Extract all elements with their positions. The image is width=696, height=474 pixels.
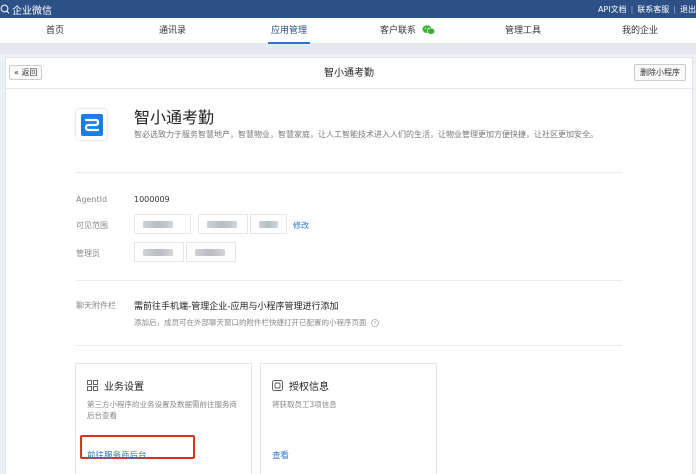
visible-member-chip: [250, 214, 287, 234]
delete-miniprogram-button[interactable]: 删除小程序: [634, 64, 686, 81]
go-to-provider-backend-link[interactable]: 前往服务商后台: [87, 449, 147, 461]
admin-chip: [186, 242, 236, 262]
admin-label: 管理员: [76, 249, 100, 258]
wecom-logo-icon: [0, 4, 10, 14]
card-description: 第三方小程序的业务设置及数据需前往服务商后台查看: [87, 400, 237, 420]
panel-title: 智小通考勤: [324, 68, 374, 79]
modify-visible-range-link[interactable]: 修改: [293, 220, 309, 231]
authorization-info-card: 授权信息 将获取员工3项信息 查看: [260, 363, 437, 474]
card-title: 业务设置: [104, 382, 144, 393]
chat-attachment-title: 需前往手机端-管理企业-应用与小程序管理进行添加: [134, 302, 339, 312]
card-title: 授权信息: [289, 382, 329, 393]
visible-member-chip: [198, 214, 248, 234]
nav-customer-contact-label: 客户联系: [380, 26, 417, 36]
visible-member-chip: [134, 214, 191, 234]
business-settings-card: 业务设置 第三方小程序的业务设置及数据需前往服务商后台查看 前往服务商后台: [75, 363, 252, 474]
admin-chip: [134, 242, 184, 262]
panel-header: « 返回 智小通考勤 删除小程序: [6, 58, 692, 89]
svg-text:?: ?: [373, 321, 376, 327]
top-bar: 企业微信 API文档 | 联系客服 | 退出: [0, 0, 696, 18]
link-separator: |: [673, 4, 676, 14]
top-links: API文档 | 联系客服 | 退出: [598, 0, 696, 18]
grid-icon: [87, 380, 98, 391]
main-nav: 首页 通讯录 应用管理 客户联系 管理工具 我的企业: [0, 18, 696, 44]
agentid-label: AgentId: [76, 195, 108, 204]
api-docs-link[interactable]: API文档: [598, 4, 627, 15]
app-detail-panel: « 返回 智小通考勤 删除小程序 智小通考勤 智必选致力于服务智慧地产，智慧物业…: [5, 57, 693, 474]
nav-my-enterprise[interactable]: 我的企业: [622, 18, 658, 44]
nav-app-management[interactable]: 应用管理: [267, 18, 311, 44]
visible-range-label: 可见范围: [76, 221, 108, 230]
section-divider: [76, 345, 622, 346]
app-logo-icon: [80, 113, 103, 136]
redacted-name: [143, 220, 173, 228]
logout-link[interactable]: 退出: [680, 4, 696, 15]
app-name: 智小通考勤: [134, 108, 215, 127]
nav-customer-contact[interactable]: 客户联系: [380, 18, 436, 44]
card-description: 将获取员工3项信息: [272, 400, 337, 409]
help-icon[interactable]: ?: [370, 319, 379, 327]
nav-home[interactable]: 首页: [46, 18, 64, 44]
section-divider: [76, 280, 622, 281]
app-description: 智必选致力于服务智慧地产，智慧物业，智慧家庭，让人工智能技术进入人们的生活，让物…: [134, 130, 598, 139]
chat-attachment-subtitle: 添加后，成员可在外部聊天窗口的附件栏快捷打开已配置的小程序页面 ?: [134, 317, 379, 328]
section-divider: [76, 172, 622, 173]
wecom-logo[interactable]: 企业微信: [0, 0, 52, 18]
contact-support-link[interactable]: 联系客服: [637, 4, 669, 15]
redacted-name: [143, 248, 173, 256]
chat-attachment-subtitle-text: 添加后，成员可在外部聊天窗口的附件栏快捷打开已配置的小程序页面: [134, 318, 367, 327]
agentid-value: 1000009: [134, 195, 170, 204]
redacted-name: [259, 220, 278, 228]
redacted-name: [195, 248, 225, 256]
card-header: 授权信息: [272, 378, 329, 393]
nav-management-tools[interactable]: 管理工具: [505, 18, 541, 44]
redacted-name: [207, 220, 237, 228]
wechat-icon: [422, 24, 436, 35]
chat-attachment-label: 聊天附件栏: [76, 301, 116, 310]
nav-contacts[interactable]: 通讯录: [159, 18, 186, 44]
logo-text: 企业微信: [12, 5, 52, 17]
link-separator: |: [630, 4, 634, 14]
card-header: 业务设置: [87, 378, 144, 393]
authorize-icon: [272, 380, 283, 391]
content-background: [0, 44, 696, 54]
app-logo: [76, 109, 107, 140]
view-authorization-link[interactable]: 查看: [272, 449, 289, 461]
